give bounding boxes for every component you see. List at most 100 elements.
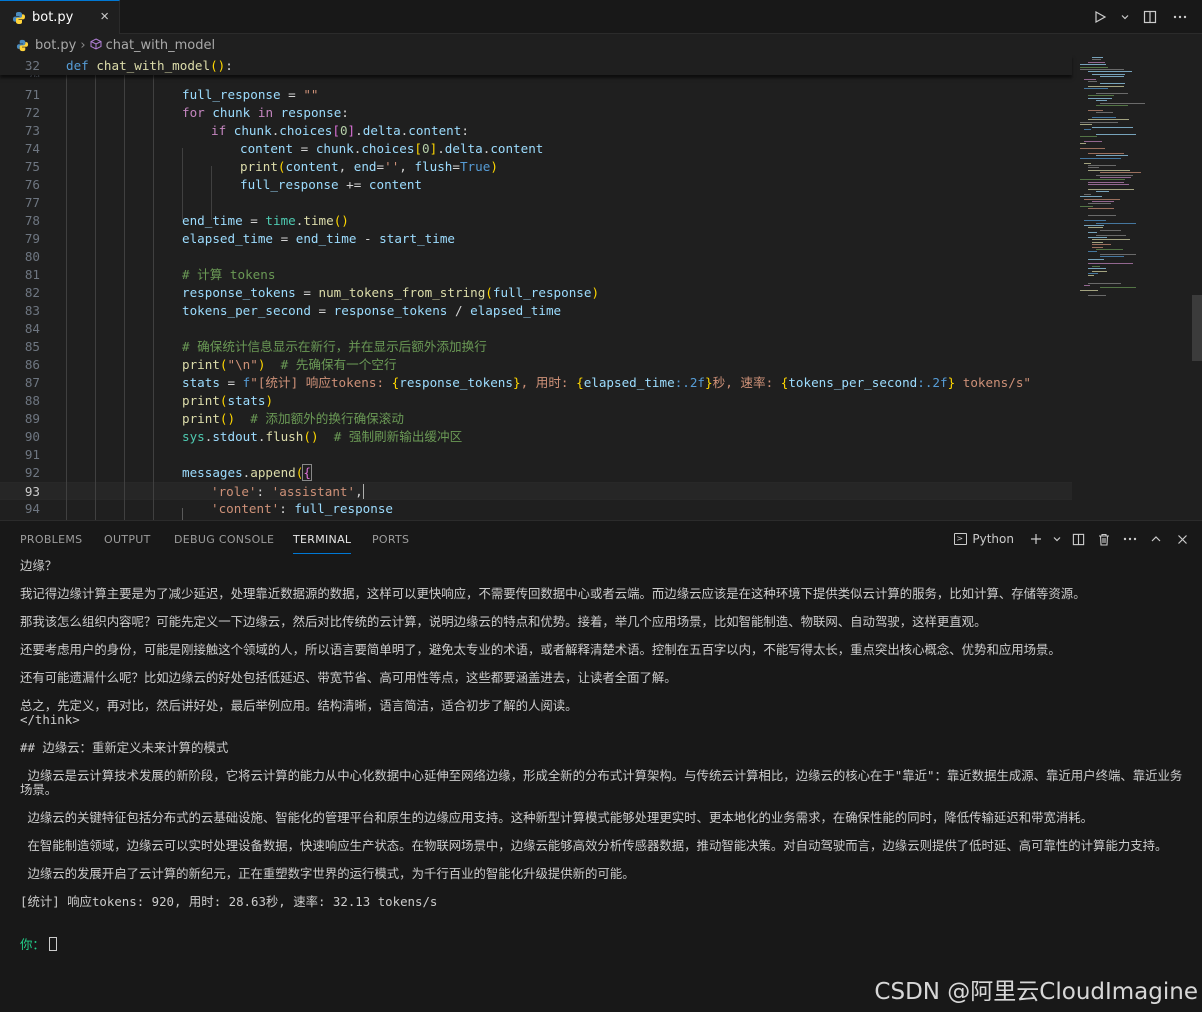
minimap-line	[1092, 246, 1103, 248]
tab-debug-console[interactable]: DEBUG CONSOLE	[174, 533, 274, 546]
code-line: 74 content = chunk.choices[0].delta.conte…	[24, 141, 544, 156]
code-line: 72 for chunk in response:	[24, 105, 349, 120]
minimap-line	[1096, 249, 1124, 250]
terminal-line: </think>	[20, 712, 80, 727]
terminal-icon: >	[954, 533, 968, 545]
minimap-line	[1088, 294, 1106, 296]
minimap-line	[1100, 172, 1142, 174]
minimap-line	[1088, 184, 1130, 186]
code-line: 83 tokens_per_second = response_tokens / …	[24, 303, 562, 318]
code-line: 88 print(stats)	[24, 393, 274, 408]
minimap-line	[1084, 162, 1092, 164]
minimap-line	[1080, 289, 1099, 291]
tab-label: bot.py	[32, 10, 74, 25]
minimap-line	[1088, 71, 1133, 73]
code-line: 78 end_time = time.time()	[24, 213, 349, 228]
plus-icon[interactable]	[1026, 530, 1046, 548]
close-icon[interactable]: ×	[100, 9, 109, 25]
minimap-line	[1096, 105, 1128, 106]
minimap-line	[1084, 198, 1120, 200]
tab-bot-py[interactable]: bot.py ×	[0, 0, 120, 34]
python-file-icon	[16, 39, 29, 52]
minimap-line	[1084, 285, 1091, 286]
code-line: 90 sys.stdout.flush() # 强制刷新输出缓冲区	[24, 429, 463, 444]
minimap-line	[1100, 256, 1124, 258]
minimap-line	[1088, 258, 1104, 260]
tab-ports[interactable]: PORTS	[372, 533, 409, 546]
minimap-line	[1084, 129, 1092, 130]
terminal-cursor	[48, 937, 57, 951]
run-icon[interactable]	[1090, 7, 1110, 27]
terminal-output[interactable]: 边缘？ 我记得边缘计算主要是为了减少延迟，处理靠近数据源的数据，这样可以更快响应…	[20, 559, 1192, 952]
terminal-selector[interactable]: > Python	[954, 532, 1014, 546]
minimap-line	[1096, 234, 1126, 236]
minimap-line	[1080, 121, 1118, 123]
code-line: 87 stats = f"[统计] 响应tokens: {response_tok…	[24, 375, 1032, 390]
minimap-line	[1088, 215, 1117, 217]
code-line: 81 # 计算 tokens	[24, 267, 276, 282]
chevron-down-icon[interactable]	[1120, 7, 1130, 27]
text-cursor	[362, 484, 364, 499]
tab-problems[interactable]: PROBLEMS	[20, 533, 82, 546]
minimap-line	[1080, 124, 1093, 126]
bottom-panel: PROBLEMS OUTPUT DEBUG CONSOLE TERMINAL P…	[0, 520, 1202, 1012]
code-line: 75 print(content, end='', flush=True)	[24, 159, 498, 174]
breadcrumb-symbol[interactable]: chat_with_model	[106, 38, 216, 53]
minimap-line	[1088, 208, 1115, 210]
minimap-line	[1088, 263, 1134, 265]
method-icon	[90, 37, 102, 53]
code-line: 92 messages.append({	[24, 464, 312, 481]
minimap-line	[1092, 241, 1104, 243]
minimap-line	[1080, 179, 1125, 181]
minimap-line	[1080, 69, 1124, 70]
editor-scrollbar[interactable]	[1192, 295, 1202, 361]
minimap-line	[1100, 253, 1137, 255]
split-editor-icon[interactable]	[1140, 7, 1160, 27]
minimap-line	[1092, 239, 1130, 241]
minimap-line	[1088, 251, 1098, 253]
terminal-prompt-line[interactable]: 你：	[20, 937, 1192, 952]
tab-terminal[interactable]: TERMINAL	[293, 533, 352, 554]
minimap-line	[1092, 270, 1107, 272]
minimap-line	[1096, 222, 1137, 224]
terminal-line: 边缘云的关键特征包括分布式的云基础设施、智能化的管理平台和原生的边缘应用支持。这…	[20, 810, 1094, 825]
panel-tabs: PROBLEMS OUTPUT DEBUG CONSOLE TERMINAL P…	[0, 521, 1202, 557]
code-line: 84	[24, 321, 40, 336]
minimap-line	[1088, 61, 1106, 63]
chevron-right-icon: ›	[80, 37, 86, 53]
minimap-line	[1088, 203, 1111, 205]
minimap-line	[1088, 109, 1103, 111]
minimap-line	[1080, 136, 1098, 138]
more-actions-icon[interactable]	[1120, 530, 1140, 548]
code-line-active[interactable]: 93'role': 'assistant',	[0, 482, 1072, 500]
sticky-scroll-header[interactable]: 32 def chat_with_model():	[0, 55, 1072, 75]
code-line: 80	[24, 249, 40, 264]
minimap-line	[1088, 85, 1125, 87]
code-line: 89 print() # 添加额外的换行确保滚动	[24, 411, 404, 426]
minimap-line	[1080, 64, 1106, 66]
terminal-stats-line: [统计] 响应tokens: 920, 用时: 28.63秒, 速率: 32.1…	[20, 894, 438, 909]
trash-icon[interactable]	[1094, 530, 1114, 548]
more-actions-icon[interactable]	[1170, 7, 1190, 27]
chevron-down-icon[interactable]	[1052, 530, 1062, 548]
minimap-line	[1088, 169, 1131, 171]
minimap-line	[1100, 229, 1122, 231]
minimap-line	[1096, 174, 1134, 176]
sticky-code-line: def chat_with_model():	[66, 57, 233, 73]
minimap-line	[1088, 275, 1095, 277]
close-panel-icon[interactable]	[1172, 530, 1192, 548]
terminal-prompt: 你：	[20, 937, 45, 952]
minimap-line	[1092, 57, 1103, 58]
minimap[interactable]	[1076, 55, 1192, 520]
terminal-line: 边缘云的发展开启了云计算的新纪元，正在重塑数字世界的运行模式，为千行百业的智能化…	[20, 866, 635, 881]
split-terminal-icon[interactable]	[1068, 530, 1088, 548]
code-line: 86 print("\n") # 先确保有一个空行	[24, 357, 397, 372]
tab-output[interactable]: OUTPUT	[104, 533, 151, 546]
maximize-panel-icon[interactable]	[1146, 530, 1166, 548]
code-editor[interactable]: 32 def chat_with_model(): 70 71full_resp…	[0, 55, 1202, 520]
minimap-line	[1100, 287, 1137, 289]
minimap-line	[1088, 95, 1114, 97]
breadcrumb-file[interactable]: bot.py	[35, 38, 76, 53]
minimap-line	[1080, 196, 1102, 198]
minimap-line	[1096, 133, 1136, 135]
